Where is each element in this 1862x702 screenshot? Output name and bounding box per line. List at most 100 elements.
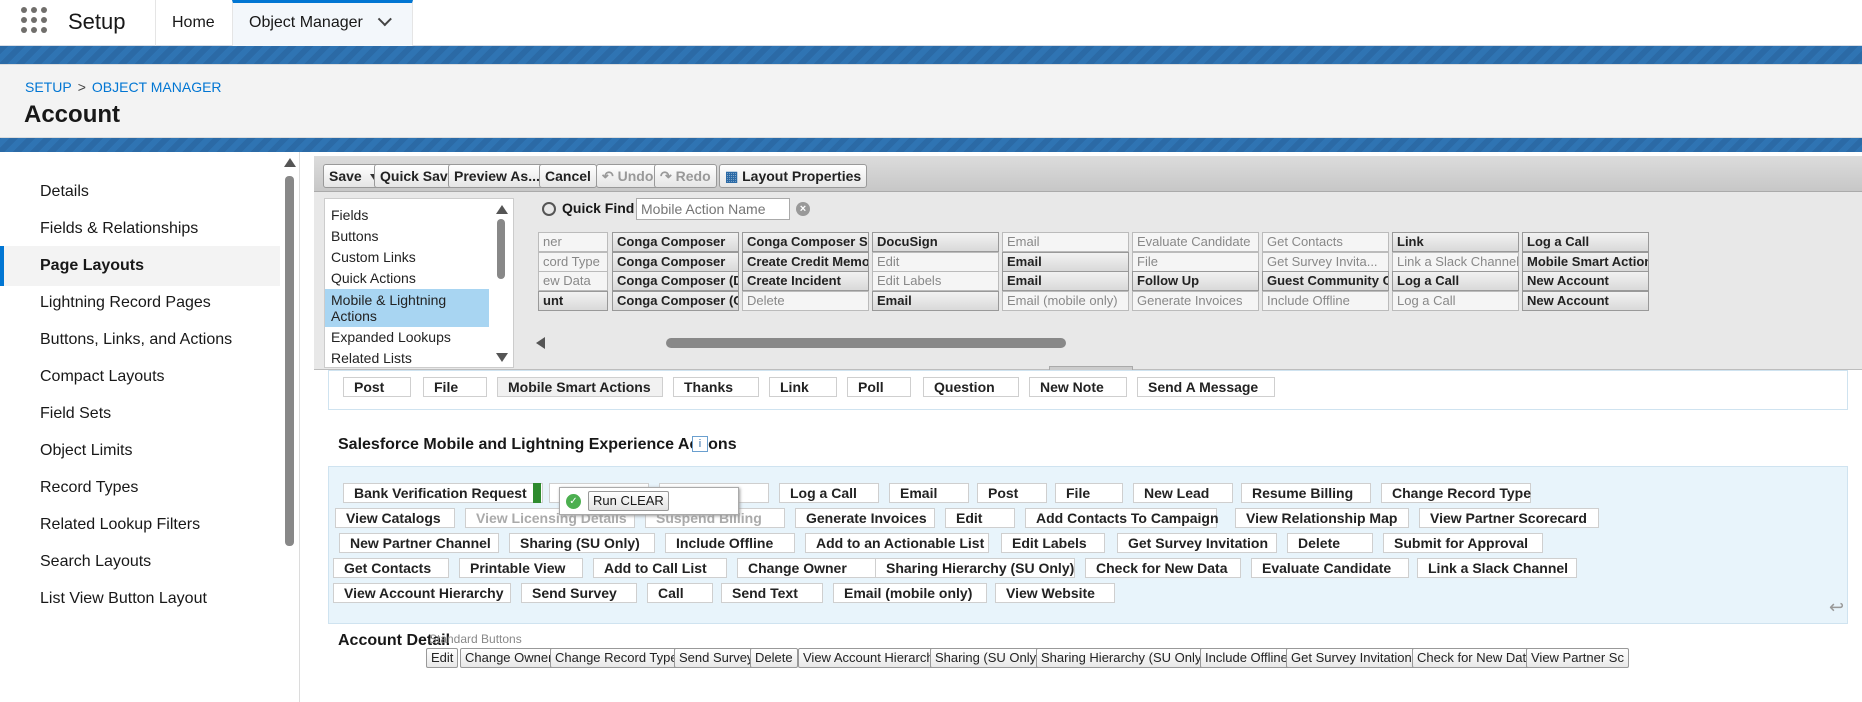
scroll-up-icon[interactable] [284, 158, 296, 167]
redo-button[interactable]: ↷ Redo [654, 164, 717, 188]
chatter-action[interactable]: Link [769, 377, 837, 397]
palette-item[interactable]: unt [538, 290, 608, 311]
palette-item[interactable]: Conga Composer (O... [612, 290, 739, 311]
chatter-action[interactable]: Thanks [673, 377, 759, 397]
sidebar-item[interactable]: Fields & Relationships [0, 209, 280, 249]
mobile-action[interactable]: Link a Slack Channel [1417, 558, 1577, 578]
palette-item[interactable]: ner [538, 232, 608, 252]
sidebar-item[interactable]: Lightning Record Pages [0, 283, 280, 323]
palette-category[interactable]: Fields [325, 205, 489, 226]
palette-item[interactable]: Link [1392, 232, 1519, 252]
run-clear-button[interactable]: Run CLEAR [588, 491, 669, 511]
mobile-action[interactable]: Bank Verification Request [343, 483, 543, 503]
mobile-action[interactable]: View Partner Scorecard [1419, 508, 1599, 528]
palette-category[interactable]: Mobile & Lightning Actions [325, 289, 489, 327]
palette-item[interactable]: Link a Slack Channel [1392, 251, 1519, 272]
mobile-action[interactable]: Email [889, 483, 969, 503]
mobile-action[interactable]: Send Survey [521, 583, 637, 603]
palette-item[interactable]: Conga Composer SF... [742, 232, 869, 252]
standard-button[interactable]: Edit [426, 648, 459, 668]
palette-item[interactable]: Email [1002, 251, 1129, 272]
standard-button[interactable]: Include Offline [1200, 648, 1293, 668]
sidebar-item[interactable]: Details [0, 172, 280, 212]
mobile-action[interactable]: Check for New Data [1085, 558, 1241, 578]
sidebar-item[interactable]: Page Layouts [0, 246, 280, 286]
scroll-thumb[interactable] [666, 338, 1066, 348]
palette-item[interactable]: Mobile Smart Actions [1522, 251, 1649, 272]
mobile-action[interactable]: Printable View [459, 558, 583, 578]
sidebar-item[interactable]: Field Sets [0, 394, 280, 434]
chatter-action[interactable]: Mobile Smart Actions [497, 377, 663, 397]
mobile-action[interactable]: File [1055, 483, 1123, 503]
standard-button[interactable]: Sharing (SU Only) [930, 648, 1046, 668]
category-scrollbar[interactable] [493, 199, 509, 367]
mobile-action[interactable]: Delete [1287, 533, 1373, 553]
app-launcher-icon[interactable] [21, 7, 47, 33]
mobile-action[interactable]: Evaluate Candidate [1251, 558, 1409, 578]
mobile-action[interactable]: Get Contacts [333, 558, 449, 578]
palette-item[interactable]: Create Credit Memo [742, 251, 869, 272]
palette-category[interactable]: Custom Links [325, 247, 489, 268]
palette-item[interactable]: cord Type [538, 251, 608, 272]
quick-find-input[interactable] [636, 198, 790, 220]
breadcrumb-object-manager[interactable]: OBJECT MANAGER [92, 79, 222, 95]
tab-home[interactable]: Home [156, 0, 231, 46]
sidebar-item[interactable]: Search Layouts [0, 542, 280, 582]
mobile-action[interactable]: Generate Invoices [795, 508, 935, 528]
mobile-action[interactable]: Edit Labels [1001, 533, 1105, 553]
mobile-action[interactable]: Get Survey Invitation [1117, 533, 1277, 553]
palette-item[interactable]: Email [872, 290, 999, 311]
mobile-action[interactable]: New Lead [1133, 483, 1233, 503]
palette-item[interactable]: Conga Composer (D... [612, 271, 739, 291]
scroll-thumb[interactable] [497, 219, 505, 279]
mobile-action[interactable]: Include Offline [665, 533, 795, 553]
palette-item[interactable]: Follow Up [1132, 271, 1259, 291]
standard-button[interactable]: Check for New Data [1412, 648, 1539, 668]
info-icon[interactable]: i [692, 436, 708, 452]
mobile-action[interactable]: Send Text [721, 583, 823, 603]
sidebar-item[interactable]: Related Lookup Filters [0, 505, 280, 545]
palette-item[interactable]: Generate Invoices [1132, 290, 1259, 311]
chatter-action[interactable]: Send A Message [1137, 377, 1275, 397]
mobile-action[interactable]: Email (mobile only) [833, 583, 987, 603]
standard-button[interactable]: View Account Hierarchy [798, 648, 946, 668]
palette-item[interactable]: Email [1002, 232, 1129, 252]
mobile-action[interactable]: Edit [945, 508, 1015, 528]
sidebar-item[interactable]: Compact Layouts [0, 357, 280, 397]
tab-object-manager[interactable]: Object Manager [232, 0, 413, 46]
scroll-down-icon[interactable] [496, 353, 508, 362]
palette-item[interactable]: Delete [742, 290, 869, 311]
palette-item[interactable]: Conga Composer [612, 232, 739, 252]
undo-button[interactable]: ↶ Undo [596, 164, 660, 188]
palette-item[interactable]: Edit Labels [872, 271, 999, 291]
layout-properties-button[interactable]: ▦ Layout Properties [719, 164, 868, 188]
mobile-action[interactable]: Add to Call List [593, 558, 727, 578]
palette-item[interactable]: Include Offline [1262, 290, 1389, 311]
palette-item[interactable]: Email [1002, 271, 1129, 291]
palette-horizontal-scrollbar[interactable] [536, 337, 1836, 349]
standard-button[interactable]: View Partner Sc [1526, 648, 1629, 668]
palette-item[interactable]: Log a Call [1392, 271, 1519, 291]
mobile-action[interactable]: View Website [995, 583, 1115, 603]
mobile-action[interactable]: View Catalogs [335, 508, 455, 528]
palette-item[interactable]: Guest Community Case [1262, 271, 1389, 291]
palette-item[interactable]: Get Survey Invita... [1262, 251, 1389, 272]
mobile-action[interactable]: New Partner Channel [339, 533, 499, 553]
sidebar-item[interactable]: Record Types [0, 468, 280, 508]
palette-item[interactable]: New Account [1522, 271, 1649, 291]
mobile-action[interactable]: Submit for Approval [1383, 533, 1543, 553]
palette-item[interactable]: ew Data [538, 271, 608, 291]
standard-button[interactable]: Change Owner [460, 648, 558, 668]
chevron-down-icon[interactable] [377, 12, 392, 27]
standard-button[interactable]: Send Survey [674, 648, 759, 668]
scroll-thumb[interactable] [285, 176, 294, 546]
palette-category[interactable]: Related Lists [325, 348, 489, 367]
palette-item[interactable]: Evaluate Candidate [1132, 232, 1259, 252]
mobile-action[interactable]: Post [977, 483, 1047, 503]
palette-item[interactable]: Create Incident [742, 271, 869, 291]
palette-item[interactable]: Log a Call [1522, 232, 1649, 252]
scroll-left-icon[interactable] [536, 337, 545, 349]
cancel-button[interactable]: Cancel [539, 164, 597, 188]
mobile-action[interactable]: View Account Hierarchy [333, 583, 511, 603]
standard-button[interactable]: Change Record Type [550, 648, 683, 668]
